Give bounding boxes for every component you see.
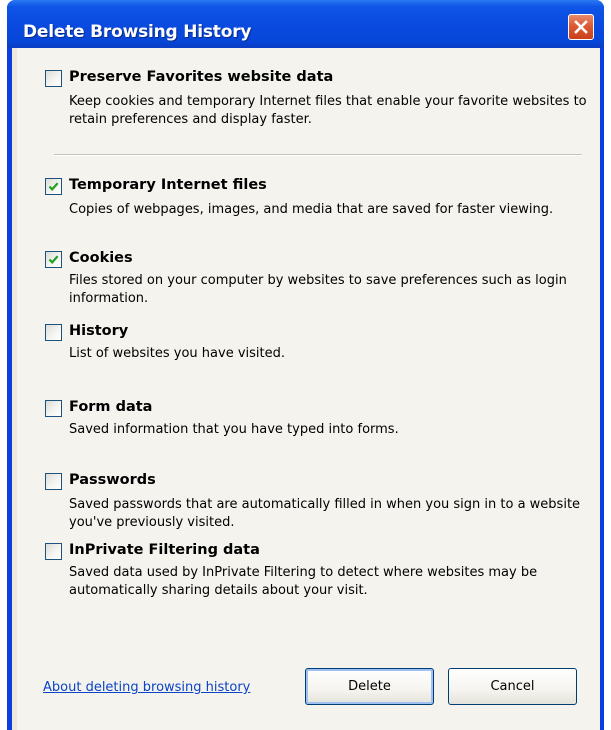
option-title: History xyxy=(69,323,129,339)
checkbox-cookies[interactable] xyxy=(45,251,62,268)
option-title: Temporary Internet files xyxy=(69,177,267,193)
option-title: Passwords xyxy=(69,472,156,488)
close-button[interactable] xyxy=(568,14,594,40)
dialog-title: Delete Browsing History xyxy=(23,22,252,42)
option-title: Preserve Favorites website data xyxy=(69,69,334,85)
option-title: Form data xyxy=(69,399,153,415)
option-description: Copies of webpages, images, and media th… xyxy=(69,202,554,217)
delete-button[interactable]: Delete xyxy=(305,668,434,705)
checkbox-inprivate-filtering[interactable] xyxy=(45,543,62,560)
close-icon xyxy=(574,20,588,34)
options-panel: Preserve Favorites website data Keep coo… xyxy=(17,48,600,730)
checkbox-preserve-favorites[interactable] xyxy=(45,70,62,87)
title-bar[interactable]: Delete Browsing History xyxy=(7,0,604,48)
option-description: Saved passwords that are automatically f… xyxy=(69,497,581,530)
option-description: Saved data used by InPrivate Filtering t… xyxy=(69,565,538,598)
checkbox-passwords[interactable] xyxy=(45,473,62,490)
divider xyxy=(54,154,582,156)
option-description: Files stored on your computer by website… xyxy=(69,273,567,306)
checkbox-history[interactable] xyxy=(45,324,62,341)
checkmark-icon xyxy=(48,255,59,265)
cancel-button[interactable]: Cancel xyxy=(448,668,577,705)
dialog-body: Preserve Favorites website data Keep coo… xyxy=(12,48,600,730)
option-description: Keep cookies and temporary Internet file… xyxy=(69,94,587,127)
option-description: List of websites you have visited. xyxy=(69,346,286,361)
about-deleting-history-link[interactable]: About deleting browsing history xyxy=(43,680,250,695)
option-title: InPrivate Filtering data xyxy=(69,542,260,558)
dialog-window: Delete Browsing History Preserve Favorit… xyxy=(7,0,604,730)
checkmark-icon xyxy=(48,182,59,192)
checkbox-temporary-internet-files[interactable] xyxy=(45,178,62,195)
checkbox-form-data[interactable] xyxy=(45,400,62,417)
option-title: Cookies xyxy=(69,250,133,266)
option-description: Saved information that you have typed in… xyxy=(69,422,399,437)
